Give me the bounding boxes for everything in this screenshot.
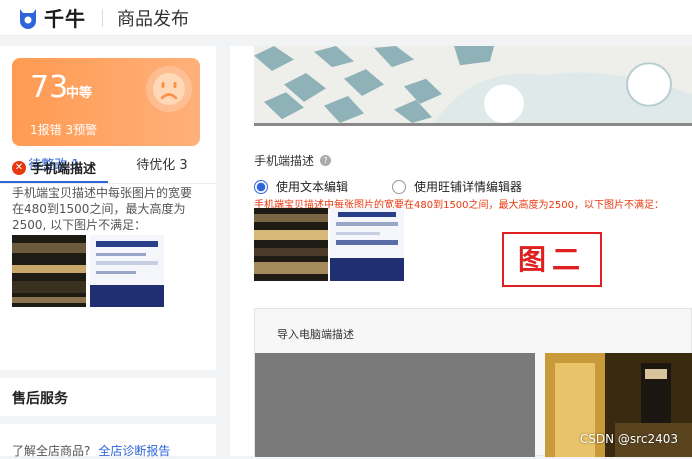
desc-image-thumbnail[interactable] bbox=[254, 208, 328, 281]
error-icon: ✕ bbox=[12, 160, 26, 175]
page-title: 商品发布 bbox=[117, 8, 189, 30]
score-value: 73 bbox=[30, 70, 69, 105]
issue-image-thumbnail[interactable] bbox=[12, 235, 86, 307]
after-sales-title: 售后服务 bbox=[12, 391, 68, 407]
issue-item: ✕ 手机端描述 手机端宝贝描述中每张图片的宽要在480到1500之间，最大高度为… bbox=[12, 158, 202, 307]
watermark: CSDN @src2403 bbox=[579, 432, 678, 446]
edit-area: 手机端描述 ? 使用文本编辑 使用旺铺详情编辑器 手机端宝贝描述中每张图片的宽要… bbox=[230, 46, 692, 457]
issue-image-thumbnail[interactable] bbox=[90, 235, 164, 307]
store-diagnosis-row: 了解全店商品? 全店诊断报告 bbox=[12, 442, 170, 459]
issue-title-row: ✕ 手机端描述 bbox=[12, 158, 202, 177]
after-sales-section: 售后服务 bbox=[0, 370, 216, 424]
mobile-desc-label-row: 手机端描述 ? bbox=[254, 152, 332, 169]
sad-face-icon bbox=[146, 66, 192, 112]
radio-shop-editor-label[interactable]: 使用旺铺详情编辑器 bbox=[414, 178, 522, 195]
radio-text-editor-label[interactable]: 使用文本编辑 bbox=[276, 178, 348, 195]
header-divider bbox=[102, 8, 103, 27]
desc-image-thumbnail[interactable] bbox=[330, 208, 404, 281]
import-desktop-desc-button[interactable]: 导入电脑端描述 bbox=[277, 326, 354, 342]
mobile-desc-label: 手机端描述 bbox=[254, 154, 315, 168]
radio-shop-editor[interactable] bbox=[392, 179, 407, 194]
score-summary: 1报错 3预警 bbox=[30, 123, 98, 137]
help-icon[interactable]: ? bbox=[320, 155, 332, 166]
score-level: 中等 bbox=[66, 86, 93, 101]
editor-mode-radios: 使用文本编辑 使用旺铺详情编辑器 bbox=[254, 178, 522, 195]
preview-placeholder bbox=[255, 353, 535, 457]
qianniu-logo-icon bbox=[20, 8, 36, 29]
app-name: 千牛 bbox=[44, 7, 86, 31]
issue-title: 手机端描述 bbox=[31, 162, 97, 177]
app-logo[interactable]: 千牛 bbox=[16, 3, 86, 32]
product-banner-image bbox=[254, 46, 692, 126]
top-bar: 千牛 商品发布 bbox=[0, 0, 692, 36]
annotation-stamp: 图二 bbox=[502, 232, 602, 287]
issue-thumbnails bbox=[12, 235, 202, 307]
mobile-desc-images bbox=[254, 208, 406, 281]
issue-description: 手机端宝贝描述中每张图片的宽要在480到1500之间，最大高度为2500, 以下… bbox=[12, 186, 193, 232]
radio-text-editor[interactable] bbox=[254, 179, 268, 194]
score-card: 73 中等 1报错 3预警 bbox=[12, 58, 200, 146]
